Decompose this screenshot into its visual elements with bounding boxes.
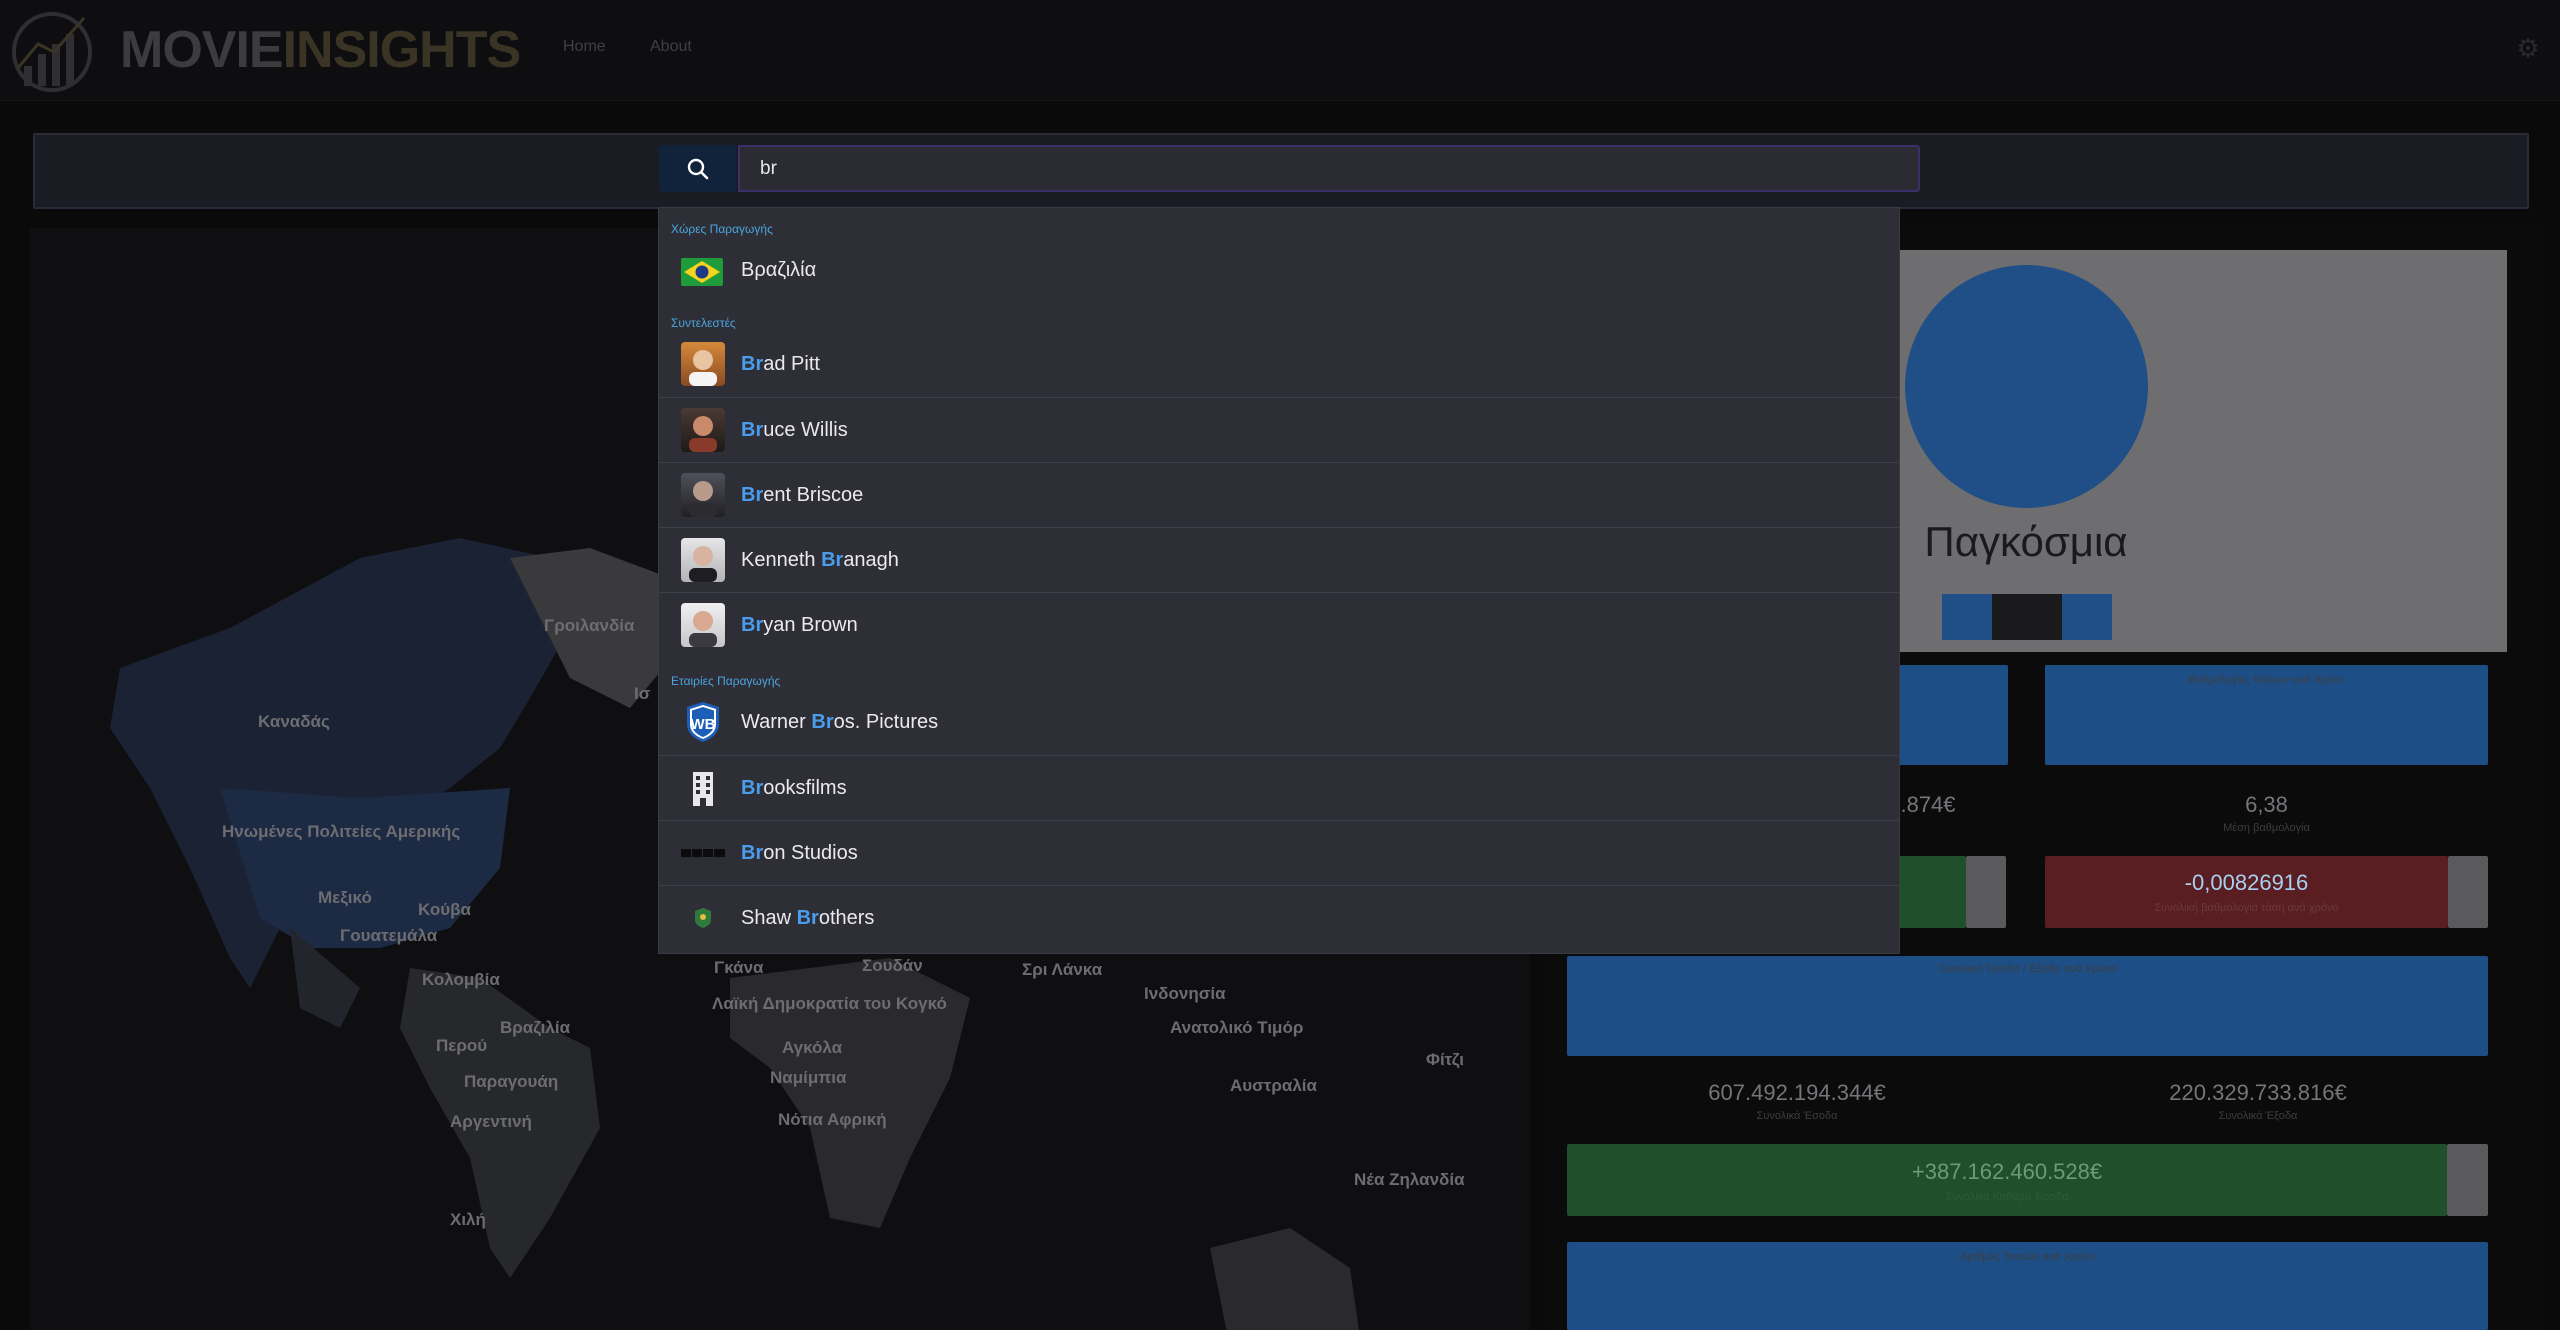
brazil-flag-icon xyxy=(681,258,723,286)
films-chart-label: Αριθμός Ταινιών ανά Χρόνο xyxy=(1960,1251,2095,1263)
revenue-sparkline-card xyxy=(1898,665,2008,765)
suggestion-person-kenneth-branagh[interactable]: Kenneth Branagh xyxy=(659,527,1899,592)
search-input[interactable] xyxy=(738,145,1920,192)
map-label-cuba: Κούβα xyxy=(418,900,471,919)
suggestion-label: Warner Bros. Pictures xyxy=(741,711,939,733)
suggestion-person-bruce-willis[interactable]: Bruce Willis xyxy=(659,397,1899,462)
brand-part-insights: INSIGHTS xyxy=(282,21,522,79)
suggestion-label: Shaw Brothers xyxy=(741,907,875,929)
revenue-trend-card xyxy=(1898,856,1966,928)
wb-shield-logo-icon: WB xyxy=(681,700,725,744)
total-expense-label: Συνολικά Έξοδα xyxy=(2218,1110,2298,1122)
search-button[interactable] xyxy=(659,145,736,192)
map-label-argentina: Αργεντινή xyxy=(450,1112,532,1131)
suggestion-label: Bruce Willis xyxy=(741,419,848,441)
income-chart-label: Συνολικά Έσοδα / Έξοδα ανά Χρόνο xyxy=(1938,963,2117,975)
expand-button[interactable] xyxy=(1942,594,1992,640)
close-button[interactable] xyxy=(2062,594,2112,640)
nav-home-link[interactable]: Home xyxy=(563,38,606,56)
person-photo-icon xyxy=(681,342,725,386)
section-heading-countries: Χώρες Παραγωγής xyxy=(671,222,773,236)
map-label-sri-lanka: Σρι Λάνκα xyxy=(1022,960,1103,979)
bron-logo-icon xyxy=(681,831,725,875)
person-photo-icon xyxy=(681,408,725,452)
net-income-toggle[interactable] xyxy=(2447,1144,2488,1216)
map-label-australia: Αυστραλία xyxy=(1230,1076,1317,1095)
map-label-chile: Χιλή xyxy=(450,1210,486,1229)
suggestion-label: Bryan Brown xyxy=(741,614,858,636)
chart-logo-icon xyxy=(12,12,92,92)
search-suggestions-dropdown: Χώρες Παραγωγής Βραζιλία Συντελεστές Bra… xyxy=(658,207,1900,954)
net-income-label: Συνολικά Καθαρά Έσοδα xyxy=(1945,1191,2069,1203)
svg-text:WB: WB xyxy=(691,716,716,733)
map-label-angola: Αγκόλα xyxy=(782,1038,843,1057)
gear-icon[interactable]: ⚙ xyxy=(2514,34,2542,62)
revenue-trend-toggle[interactable] xyxy=(1966,856,2006,928)
suggestion-company-shaw-brothers[interactable]: Shaw Brothers xyxy=(659,885,1899,950)
map-label-drc: Λαϊκή Δημοκρατία του Κογκό xyxy=(712,994,947,1013)
suggestion-label: Kenneth Branagh xyxy=(741,549,899,571)
map-label-brazil: Βραζιλία xyxy=(500,1018,571,1037)
rating-chart-label: Βαθμολογίες τάσεων ανά Χρόνο xyxy=(2188,674,2345,686)
suggestion-country-brazil[interactable]: Βραζιλία xyxy=(659,238,1899,302)
map-label-fiji: Φίτζι xyxy=(1426,1050,1464,1069)
search-icon xyxy=(687,158,708,179)
map-label-east-timor: Ανατολικό Τιμόρ xyxy=(1170,1018,1304,1037)
map-label-ghana: Γκάνα xyxy=(714,958,764,977)
suggestion-label: Βραζιλία xyxy=(741,259,817,281)
map-label-sudan: Σουδάν xyxy=(862,956,923,975)
suggestion-label: Bron Studios xyxy=(741,842,858,864)
nav-about-link[interactable]: About xyxy=(650,38,692,56)
map-label-colombia: Κολομβία xyxy=(422,970,500,989)
middle-button[interactable] xyxy=(1992,594,2062,640)
total-income-label: Συνολικά Έσοδα xyxy=(1756,1110,1838,1122)
brand-part-movie: MOVIE xyxy=(120,21,284,79)
map-label-iceland-partial: Ισ xyxy=(634,684,651,703)
rating-avg-value: 6,38 xyxy=(2245,792,2288,817)
rating-trend-toggle[interactable] xyxy=(2448,856,2488,928)
total-income-value: 607.492.194.344€ xyxy=(1708,1080,1886,1105)
suggestion-person-brad-pitt[interactable]: Brad Pitt xyxy=(659,332,1899,396)
person-photo-icon xyxy=(681,538,725,582)
globe-icon xyxy=(1905,265,2148,508)
total-expense-value: 220.329.733.816€ xyxy=(2169,1080,2347,1105)
suggestion-label: Brad Pitt xyxy=(741,353,820,375)
map-label-new-zealand: Νέα Ζηλανδία xyxy=(1354,1170,1465,1189)
rating-trend-label: Συνολική βαθμολογία τάση ανά χρόνο xyxy=(2154,902,2339,914)
revenue-partial-value: .874€ xyxy=(1900,792,1956,817)
person-photo-icon xyxy=(681,473,725,517)
map-label-namibia: Ναμίμπια xyxy=(770,1068,847,1087)
suggestion-label: Brooksfilms xyxy=(741,777,847,799)
brand-logo[interactable]: MOVIEINSIGHTS xyxy=(120,20,522,80)
globe-button-group xyxy=(1942,594,2112,640)
map-label-greenland: Γροιλανδία xyxy=(544,616,635,635)
map-label-indonesia: Ινδονησία xyxy=(1144,984,1226,1003)
map-label-south-africa: Νότια Αφρική xyxy=(778,1110,887,1129)
rating-avg-label: Μέση βαθμολογία xyxy=(2223,822,2310,834)
suggestion-company-warner-bros[interactable]: WB Warner Bros. Pictures xyxy=(659,690,1899,754)
shaw-brothers-logo-icon xyxy=(681,896,725,940)
net-income-value: +387.162.460.528€ xyxy=(1911,1159,2103,1184)
map-label-mexico: Μεξικό xyxy=(318,888,372,907)
suggestion-person-brent-briscoe[interactable]: Brent Briscoe xyxy=(659,462,1899,527)
suggestion-person-bryan-brown[interactable]: Bryan Brown xyxy=(659,592,1899,657)
map-label-guatemala: Γουατεμάλα xyxy=(340,926,438,945)
rating-trend-value: -0,00826916 xyxy=(2184,870,2309,895)
map-label-peru: Περού xyxy=(436,1036,488,1055)
building-icon xyxy=(681,766,725,810)
map-label-canada: Καναδάς xyxy=(258,712,330,731)
map-label-usa: Ηνωμένες Πολιτείες Αμερικής xyxy=(222,822,461,841)
person-photo-icon xyxy=(681,603,725,647)
suggestion-company-bron-studios[interactable]: Bron Studios xyxy=(659,820,1899,885)
map-label-paraguay: Παραγουάη xyxy=(464,1072,559,1091)
section-heading-contributors: Συντελεστές xyxy=(671,316,736,330)
section-heading-companies: Εταιρίες Παραγωγής xyxy=(671,674,781,688)
suggestion-company-brooksfilms[interactable]: Brooksfilms xyxy=(659,755,1899,820)
top-navbar: MOVIEINSIGHTS Home About ⚙ xyxy=(0,0,2560,101)
suggestion-label: Brent Briscoe xyxy=(741,484,864,506)
